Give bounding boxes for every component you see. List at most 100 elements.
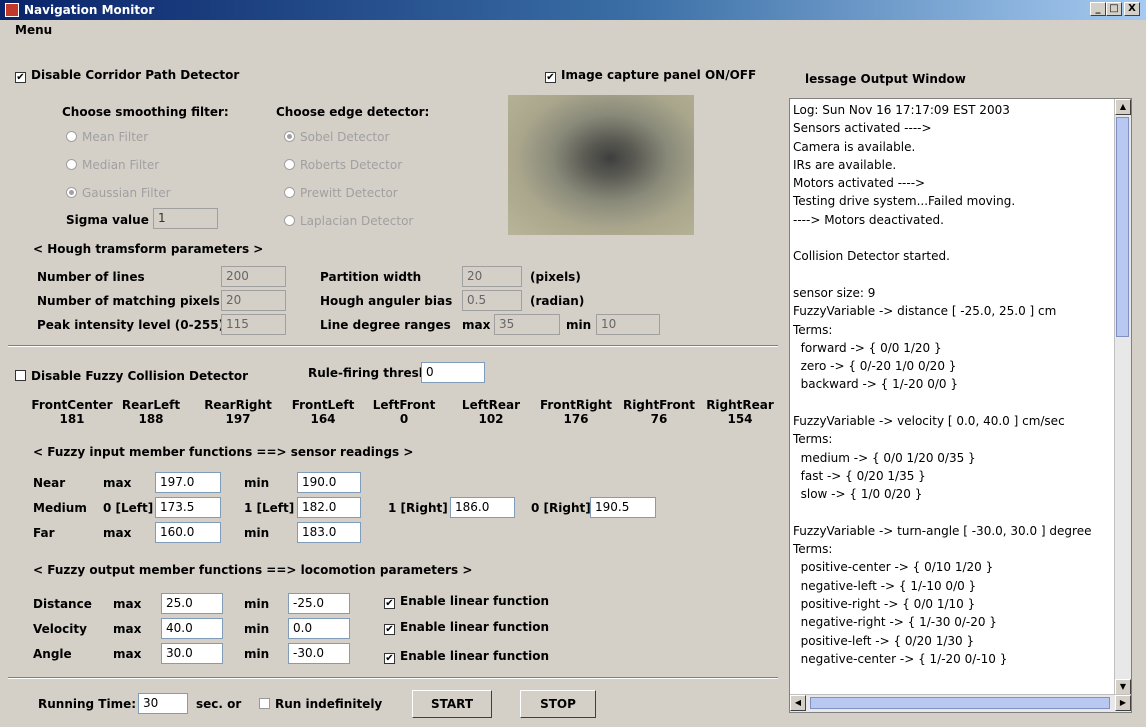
radio-prewitt-detector[interactable]: Prewitt Detector <box>284 186 398 200</box>
near-max-input[interactable]: 197.0 <box>155 472 221 493</box>
medium-zero-left-input[interactable]: 173.5 <box>155 497 221 518</box>
sensor-name: FrontCenter <box>31 398 113 412</box>
log-line: FuzzyVariable -> turn-angle [ -30.0, 30.… <box>793 523 1092 538</box>
velocity-max-input[interactable]: 40.0 <box>161 618 223 639</box>
fuzzy-disable-checkbox[interactable]: Disable Fuzzy Collision Detector <box>15 369 248 383</box>
radio-sobel-detector[interactable]: Sobel Detector <box>284 130 389 144</box>
sensor-value: 0 <box>399 412 409 426</box>
scroll-right-icon[interactable]: ▶ <box>1115 695 1131 711</box>
matching-pixels-label: Number of matching pixels <box>37 294 220 308</box>
radio-label: Laplacian Detector <box>300 214 414 228</box>
near-min-input[interactable]: 190.0 <box>297 472 361 493</box>
scroll-thumb[interactable] <box>1116 117 1129 337</box>
medium-one-right-input[interactable]: 186.0 <box>450 497 515 518</box>
scroll-down-icon[interactable]: ▼ <box>1115 679 1131 695</box>
anguler-bias-label: Hough anguler bias <box>320 294 453 308</box>
num-lines-input[interactable]: 200 <box>221 266 286 287</box>
radio-label: Median Filter <box>82 158 160 172</box>
radio-mean-filter[interactable]: Mean Filter <box>66 130 148 144</box>
log-line: Terms: <box>793 322 833 337</box>
checkbox-label: Disable Corridor Path Detector <box>31 68 240 82</box>
corridor-disable-checkbox[interactable]: ✔ Disable Corridor Path Detector <box>15 68 239 83</box>
threshold-input[interactable]: 0 <box>421 362 485 383</box>
partition-width-label: Partition width <box>320 270 422 284</box>
close-button[interactable]: X <box>1124 2 1140 16</box>
angle-linear-checkbox[interactable]: ✔ Enable linear function <box>384 649 549 664</box>
checkbox-box: ✔ <box>384 598 395 609</box>
log-line: positive-center -> { 0/10 1/20 } <box>793 560 994 575</box>
degree-max-input[interactable]: 35 <box>494 314 560 335</box>
degree-ranges-label: Line degree ranges <box>320 318 451 332</box>
velocity-min-input[interactable]: 0.0 <box>288 618 350 639</box>
radio-roberts-detector[interactable]: Roberts Detector <box>284 158 402 172</box>
sensor-front-center: FrontCenter 181 <box>30 398 114 426</box>
partition-unit: (pixels) <box>530 270 581 284</box>
scroll-thumb[interactable] <box>810 697 1110 709</box>
log-line: positive-left -> { 0/20 1/30 } <box>793 633 975 648</box>
running-time-input[interactable]: 30 <box>138 693 188 714</box>
distance-min-input[interactable]: -25.0 <box>288 593 350 614</box>
start-button[interactable]: START <box>412 690 492 718</box>
radio-gaussian-filter[interactable]: Gaussian Filter <box>66 186 171 200</box>
scroll-left-icon[interactable]: ◀ <box>790 695 806 711</box>
near-max-label: max <box>103 476 132 490</box>
sigma-input[interactable]: 1 <box>153 208 218 229</box>
medium-zero-right-input[interactable]: 190.5 <box>590 497 656 518</box>
velocity-max-label: max <box>113 622 142 636</box>
edge-detector-title: Choose edge detector: <box>276 105 430 119</box>
checkbox-label: Disable Fuzzy Collision Detector <box>31 369 249 383</box>
sec-or-label: sec. or <box>196 697 242 711</box>
radio-circle <box>66 159 77 170</box>
distance-max-input[interactable]: 25.0 <box>161 593 223 614</box>
checkbox-label: Enable linear function <box>400 594 550 608</box>
anguler-bias-input[interactable]: 0.5 <box>462 290 522 311</box>
distance-linear-checkbox[interactable]: ✔ Enable linear function <box>384 594 549 609</box>
run-indefinitely-checkbox[interactable]: Run indefinitely <box>259 697 382 711</box>
radio-laplacian-detector[interactable]: Laplacian Detector <box>284 214 413 228</box>
radio-label: Sobel Detector <box>300 130 390 144</box>
log-line: Terms: <box>793 542 833 557</box>
peak-intensity-input[interactable]: 115 <box>221 314 286 335</box>
log-line: forward -> { 0/0 1/20 } <box>793 340 942 355</box>
menu-bar: Menu <box>0 20 1146 40</box>
sensor-name: RightRear <box>706 398 774 412</box>
title-bar: Navigation Monitor _ □ X <box>0 0 1146 20</box>
vertical-scrollbar[interactable]: ▲ ▼ <box>1114 99 1131 695</box>
far-min-input[interactable]: 183.0 <box>297 522 361 543</box>
minimize-button[interactable]: _ <box>1090 2 1106 16</box>
sensor-value: 102 <box>478 412 504 426</box>
log-line: Collision Detector started. <box>793 249 950 264</box>
velocity-linear-checkbox[interactable]: ✔ Enable linear function <box>384 620 549 635</box>
stop-button[interactable]: STOP <box>520 690 596 718</box>
log-line: negative-center -> { 1/-20 0/-10 } <box>793 651 1008 666</box>
matching-pixels-input[interactable]: 20 <box>221 290 286 311</box>
log-line: fast -> { 0/20 1/35 } <box>793 468 926 483</box>
radio-circle <box>66 187 77 198</box>
radio-median-filter[interactable]: Median Filter <box>66 158 159 172</box>
menu-item[interactable]: Menu <box>15 23 52 37</box>
maximize-button[interactable]: □ <box>1106 2 1122 16</box>
medium-zero-right-label: 0 [Right] <box>531 501 591 515</box>
near-label: Near <box>33 476 66 490</box>
log-line: IRs are available. <box>793 157 897 172</box>
image-capture-checkbox[interactable]: ✔ Image capture panel ON/OFF <box>545 68 756 83</box>
medium-one-left-input[interactable]: 182.0 <box>297 497 361 518</box>
window-title: Navigation Monitor <box>24 3 155 17</box>
sensor-name: FrontLeft <box>291 398 355 412</box>
sensor-name: FrontRight <box>539 398 613 412</box>
checkbox-box: ✔ <box>384 653 395 664</box>
scroll-up-icon[interactable]: ▲ <box>1115 99 1131 115</box>
degree-min-input[interactable]: 10 <box>596 314 660 335</box>
angle-max-input[interactable]: 30.0 <box>161 643 223 664</box>
velocity-label: Velocity <box>33 622 87 636</box>
sensor-name: RightFront <box>622 398 696 412</box>
app-icon <box>5 3 19 17</box>
checkbox-box: ✔ <box>15 72 26 83</box>
sensor-left-rear: LeftRear 102 <box>455 398 527 426</box>
partition-width-input[interactable]: 20 <box>462 266 522 287</box>
far-max-input[interactable]: 160.0 <box>155 522 221 543</box>
angle-min-input[interactable]: -30.0 <box>288 643 350 664</box>
sensor-name: LeftFront <box>372 398 436 412</box>
horizontal-scrollbar[interactable]: ◀ ▶ <box>790 694 1131 712</box>
